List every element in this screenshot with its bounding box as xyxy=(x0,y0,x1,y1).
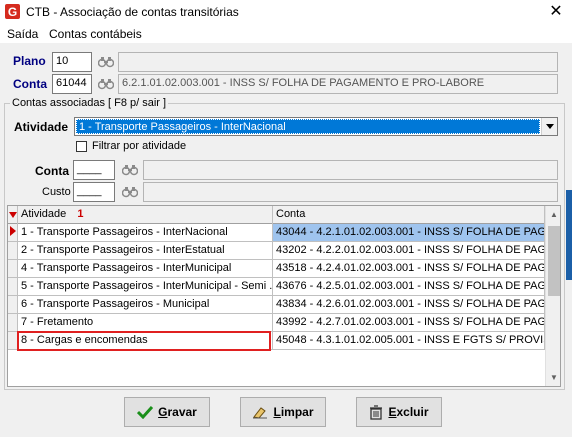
cell-atividade[interactable]: 2 - Transporte Passageiros - InterEstatu… xyxy=(18,242,273,260)
table-row[interactable]: 6 - Transporte Passageiros - Municipal 4… xyxy=(8,296,545,314)
cell-conta[interactable]: 43834 - 4.2.6.01.02.003.001 - INSS S/ FO… xyxy=(273,296,545,314)
limpar-label: Limpar xyxy=(273,405,314,419)
conta-filter-description xyxy=(143,160,558,180)
table-row[interactable]: 5 - Transporte Passageiros - InterMunici… xyxy=(8,278,545,296)
row-indicator-icon xyxy=(8,224,18,242)
table-row[interactable]: 7 - Fretamento 43992 - 4.2.7.01.02.003.0… xyxy=(8,314,545,332)
cell-atividade[interactable]: 1 - Transporte Passageiros - InterNacion… xyxy=(18,224,273,242)
conta-filter-field[interactable]: ____ xyxy=(73,160,115,180)
cell-atividade[interactable]: 6 - Transporte Passageiros - Municipal xyxy=(18,296,273,314)
custo-filter-description xyxy=(143,182,558,202)
plano-search-button[interactable] xyxy=(95,51,117,73)
conta-filter-search-button[interactable] xyxy=(119,159,141,181)
cell-conta[interactable]: 45048 - 4.3.1.01.02.005.001 - INSS E FGT… xyxy=(273,332,545,350)
group-caption: Contas associadas [ F8 p/ sair ] xyxy=(10,97,169,109)
conta-label: Conta xyxy=(13,77,47,91)
plano-field[interactable]: 10 xyxy=(52,52,92,72)
scroll-up-icon[interactable]: ▲ xyxy=(546,206,560,223)
conta-field[interactable]: 61044 xyxy=(52,74,92,94)
cell-conta[interactable]: 43044 - 4.2.1.01.02.003.001 - INSS S/ FO… xyxy=(273,224,545,242)
menu-contas-contabeis[interactable]: Contas contábeis xyxy=(49,27,142,41)
grid-header: Atividade 1 Conta xyxy=(8,206,545,224)
contas-grid[interactable]: Atividade 1 Conta 1 - Transporte Passage… xyxy=(7,205,561,387)
window-title: CTB - Associação de contas transitórias xyxy=(26,5,239,19)
cell-conta[interactable]: 43676 - 4.2.5.01.02.003.001 - INSS S/ FO… xyxy=(273,278,545,296)
custo-filter-field[interactable]: ____ xyxy=(73,182,115,202)
table-row[interactable]: 2 - Transporte Passageiros - InterEstatu… xyxy=(8,242,545,260)
menu-saida[interactable]: Saída xyxy=(7,27,38,41)
checkmark-icon xyxy=(137,405,154,419)
chevron-down-icon[interactable] xyxy=(541,118,557,135)
gravar-label: Gravar xyxy=(158,405,197,419)
cell-atividade[interactable]: 7 - Fretamento xyxy=(18,314,273,332)
limpar-button[interactable]: Limpar xyxy=(240,397,326,427)
row-indicator xyxy=(8,278,18,296)
svg-text:G: G xyxy=(8,5,17,19)
plano-label: Plano xyxy=(13,54,46,68)
close-button[interactable]: ✕ xyxy=(540,0,572,24)
grid-vertical-scrollbar[interactable]: ▲ ▼ xyxy=(545,206,560,386)
column-atividade-label: Atividade xyxy=(21,208,67,220)
plano-description xyxy=(118,52,558,72)
filtrar-label: Filtrar por atividade xyxy=(92,140,187,152)
excluir-button[interactable]: Excluir xyxy=(356,397,442,427)
app-logo-icon: G xyxy=(5,4,20,19)
cell-conta[interactable]: 43202 - 4.2.2.01.02.003.001 - INSS S/ FO… xyxy=(273,242,545,260)
conta-description: 6.2.1.01.02.003.001 - INSS S/ FOLHA DE P… xyxy=(118,74,558,94)
custo-filter-label: Custo xyxy=(42,186,71,198)
conta-filter-label: Conta xyxy=(35,164,69,178)
binoculars-icon xyxy=(98,79,114,90)
binoculars-icon xyxy=(122,187,138,198)
column-header-atividade[interactable]: Atividade 1 xyxy=(18,206,273,224)
column-header-conta[interactable]: Conta xyxy=(273,206,545,224)
cell-conta[interactable]: 43518 - 4.2.4.01.02.003.001 - INSS S/ FO… xyxy=(273,260,545,278)
row-indicator xyxy=(8,260,18,278)
filtrar-checkbox[interactable] xyxy=(76,141,87,152)
gravar-button[interactable]: Gravar xyxy=(124,397,210,427)
scroll-thumb[interactable] xyxy=(548,226,560,296)
column-conta-label: Conta xyxy=(276,208,306,220)
conta-search-button[interactable] xyxy=(95,73,117,95)
binoculars-icon xyxy=(122,165,138,176)
sort-order-badge: 1 xyxy=(77,208,84,220)
excluir-label: Excluir xyxy=(388,405,429,419)
trash-icon xyxy=(370,404,383,420)
cell-conta[interactable]: 43992 - 4.2.7.01.02.003.001 - INSS S/ FO… xyxy=(273,314,545,332)
binoculars-icon xyxy=(98,57,114,68)
background-window-edge xyxy=(566,190,572,280)
cell-atividade[interactable]: 5 - Transporte Passageiros - InterMunici… xyxy=(18,278,273,296)
eraser-icon xyxy=(253,407,268,419)
table-row[interactable]: 4 - Transporte Passageiros - InterMunici… xyxy=(8,260,545,278)
row-indicator xyxy=(8,314,18,332)
scroll-down-icon[interactable]: ▼ xyxy=(546,369,560,386)
cell-atividade[interactable]: 4 - Transporte Passageiros - InterMunici… xyxy=(18,260,273,278)
highlight-annotation xyxy=(17,331,271,351)
atividade-select[interactable]: 1 - Transporte Passageiros - InterNacion… xyxy=(74,117,558,136)
table-row[interactable]: 1 - Transporte Passageiros - InterNacion… xyxy=(8,224,545,242)
row-indicator xyxy=(8,242,18,260)
atividade-label: Atividade xyxy=(14,120,69,134)
sort-indicator-icon xyxy=(8,206,18,224)
menu-bar: Saída Contas contábeis xyxy=(0,24,572,43)
row-indicator xyxy=(8,296,18,314)
atividade-selected-value: 1 - Transporte Passageiros - InterNacion… xyxy=(76,119,540,134)
custo-filter-search-button[interactable] xyxy=(119,181,141,203)
